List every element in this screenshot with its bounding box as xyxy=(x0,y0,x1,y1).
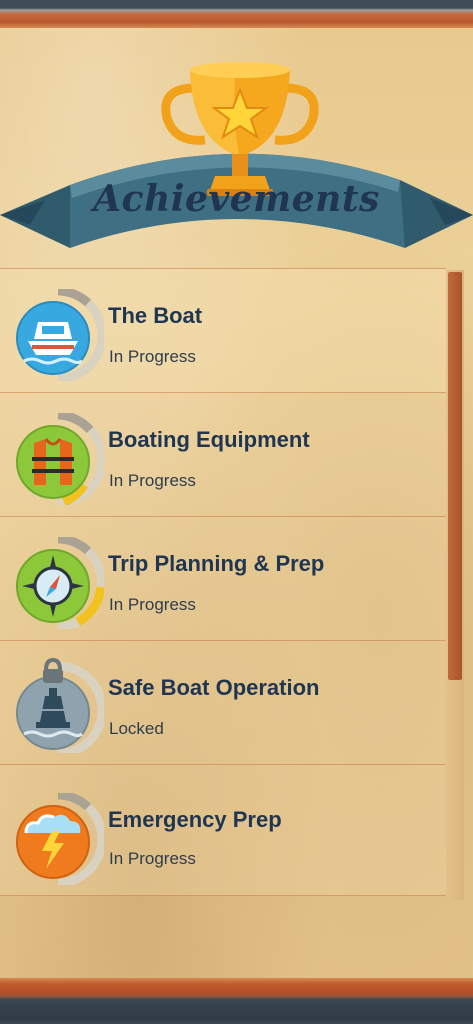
scrollbar-thumb[interactable] xyxy=(448,272,462,680)
achievement-item-safe-boat-operation[interactable]: Safe Boat Operation Locked xyxy=(0,640,446,764)
life-jacket-icon xyxy=(16,413,104,505)
achievement-status: In Progress xyxy=(109,471,196,490)
page-title: Achievements xyxy=(93,178,380,220)
achievement-item-boating-equipment[interactable]: Boating Equipment In Progress xyxy=(0,392,446,516)
achievements-screen: Achievements The Boat In Progress Boatin… xyxy=(0,0,473,1024)
achievement-title: Boating Equipment xyxy=(108,427,310,452)
achievement-item-the-boat[interactable]: The Boat In Progress xyxy=(0,268,446,392)
bottom-frame-border xyxy=(0,978,473,1024)
achievement-status: Locked xyxy=(109,719,164,738)
achievement-title: Trip Planning & Prep xyxy=(108,551,325,576)
achievement-title: Safe Boat Operation xyxy=(108,675,320,700)
achievement-item-emergency-prep[interactable]: Emergency Prep In Progress xyxy=(0,764,446,896)
achievement-status: In Progress xyxy=(109,347,196,366)
storm-icon xyxy=(16,793,104,885)
achievement-list[interactable]: The Boat In Progress Boating Equipment I… xyxy=(0,268,446,896)
achievement-status: In Progress xyxy=(109,595,196,614)
achievement-title: Emergency Prep xyxy=(108,807,282,832)
achievement-item-trip-planning[interactable]: Trip Planning & Prep In Progress xyxy=(0,516,446,640)
boat-icon xyxy=(16,289,104,381)
achievements-header: Achievements xyxy=(0,30,473,265)
compass-icon xyxy=(16,537,104,629)
achievement-title: The Boat xyxy=(108,303,203,328)
achievement-status: In Progress xyxy=(109,849,196,868)
buoy-icon xyxy=(16,657,104,753)
top-frame-border xyxy=(0,0,473,28)
